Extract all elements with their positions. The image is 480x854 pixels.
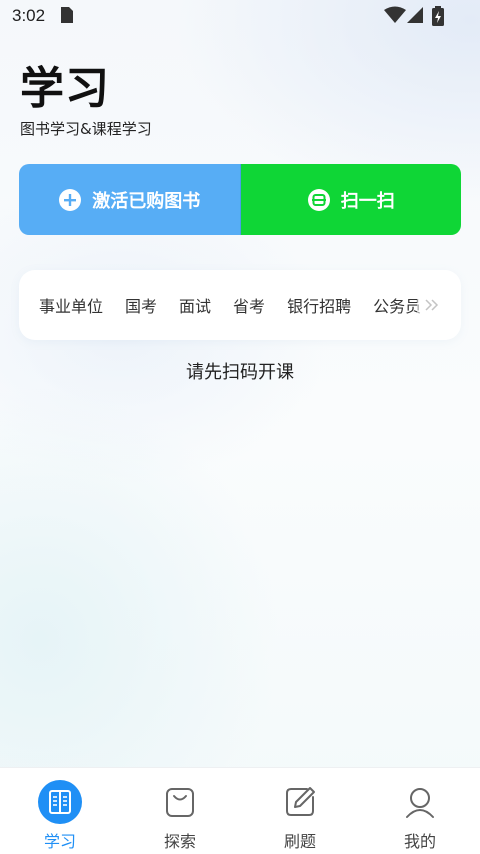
status-time: 3:02	[12, 6, 46, 25]
signal-icon	[406, 6, 424, 28]
double-chevron-right-icon	[425, 296, 439, 315]
scan-button[interactable]: 扫一扫	[240, 164, 461, 235]
user-icon	[398, 780, 442, 824]
category-item[interactable]: 面试	[179, 293, 211, 317]
category-item[interactable]: 省考	[233, 293, 265, 317]
category-item[interactable]: 银行招聘	[287, 293, 351, 317]
tab-practice-label: 刷题	[283, 832, 316, 851]
edit-icon	[278, 780, 322, 824]
scan-label: 扫一扫	[340, 190, 395, 212]
activate-book-button[interactable]: 激活已购图书	[19, 164, 241, 235]
action-row: 激活已购图书 扫一扫	[19, 164, 461, 235]
status-bar: 3:02	[0, 0, 480, 34]
tab-explore[interactable]: 探索	[120, 768, 240, 854]
category-card: 事业单位 国考 面试 省考 银行招聘 公务员	[19, 270, 461, 340]
more-categories-button[interactable]	[417, 270, 447, 340]
tab-profile-label: 我的	[403, 832, 436, 851]
page-title: 学习	[20, 63, 110, 114]
bottom-tab-bar: 学习 探索 刷题 我的	[0, 767, 480, 854]
category-item[interactable]: 公务员	[373, 293, 421, 317]
plus-circle-icon	[58, 188, 82, 212]
battery-charging-icon	[432, 6, 444, 30]
activate-book-label: 激活已购图书	[92, 190, 201, 212]
category-item[interactable]: 事业单位	[39, 293, 103, 317]
empty-state-message: 请先扫码开课	[186, 362, 294, 383]
category-item[interactable]: 国考	[125, 293, 157, 317]
page-subtitle: 图书学习&课程学习	[20, 120, 152, 138]
wifi-icon	[384, 6, 406, 28]
tab-study-label: 学习	[43, 832, 76, 851]
tab-explore-label: 探索	[163, 832, 196, 851]
scan-icon	[307, 188, 331, 212]
tab-study[interactable]: 学习	[0, 768, 120, 854]
sim-card-icon	[60, 6, 74, 28]
tab-profile[interactable]: 我的	[360, 768, 480, 854]
bag-icon	[158, 780, 202, 824]
tab-practice[interactable]: 刷题	[240, 768, 360, 854]
category-list: 事业单位 国考 面试 省考 银行招聘 公务员	[39, 293, 443, 317]
book-icon	[38, 780, 82, 824]
